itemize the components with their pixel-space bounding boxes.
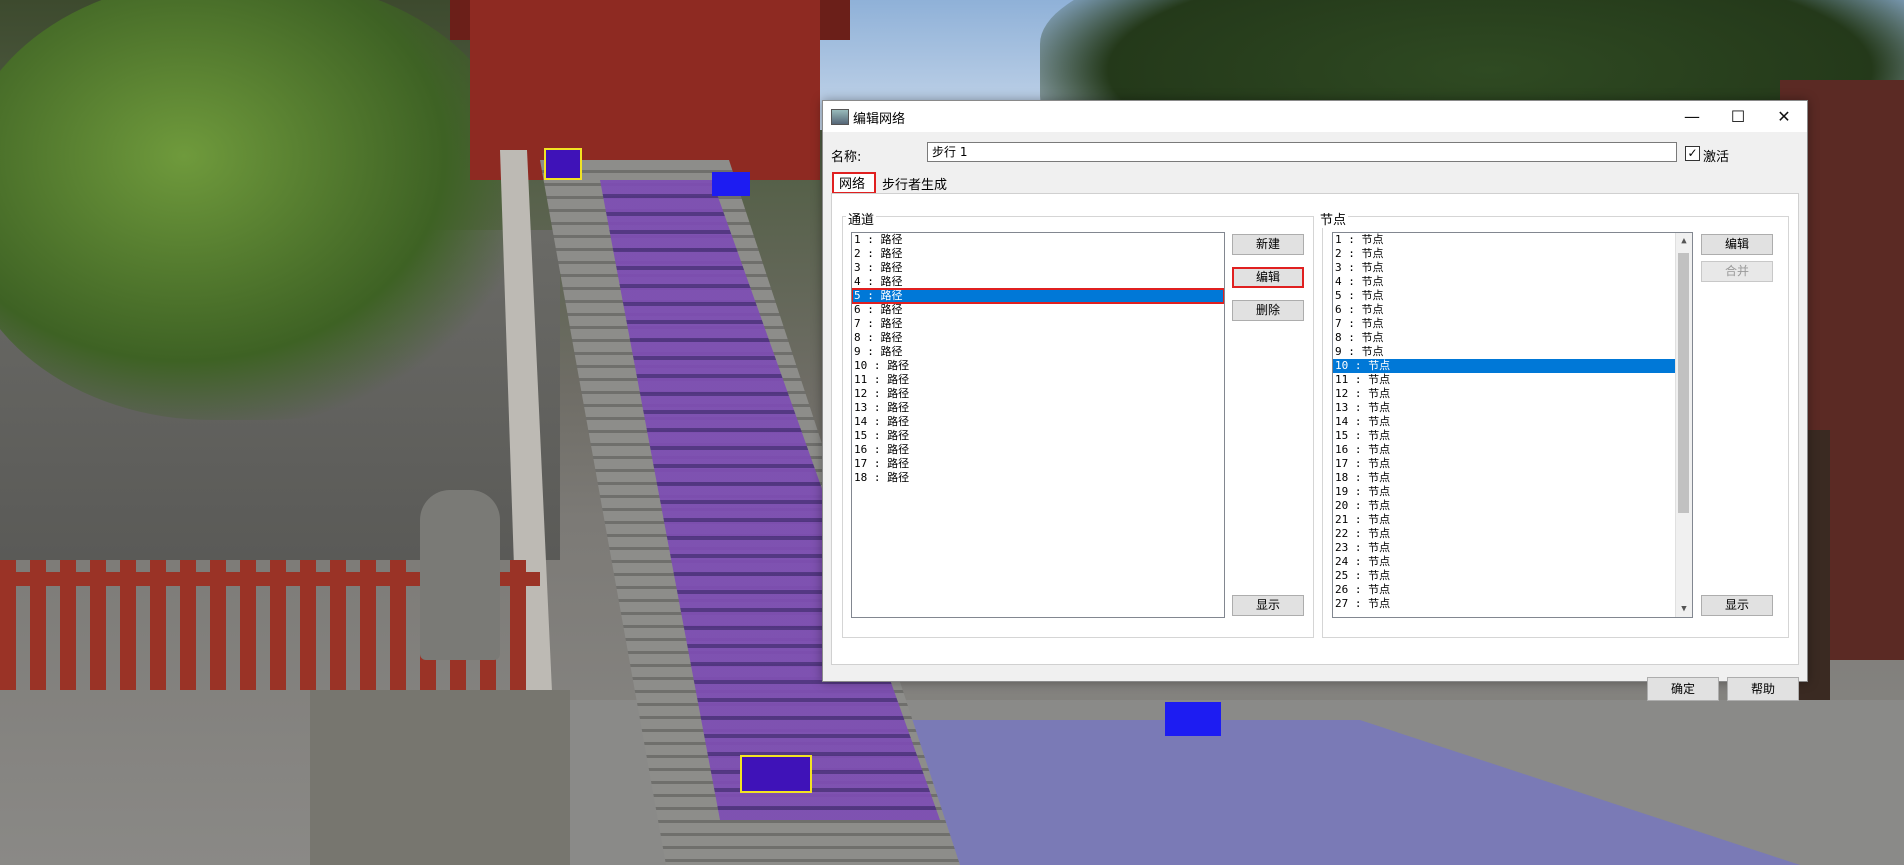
edit-node-button[interactable]: 编辑: [1701, 234, 1773, 255]
node-list-item[interactable]: 9 : 节点: [1333, 345, 1675, 359]
node-list-item[interactable]: 22 : 节点: [1333, 527, 1675, 541]
activate-label: 激活: [1703, 150, 1730, 165]
channel-list-item[interactable]: 7 : 路径: [852, 317, 1224, 331]
node-list-item[interactable]: 17 : 节点: [1333, 457, 1675, 471]
nodes-list[interactable]: 1 : 节点 2 : 节点 3 : 节点 4 : 节点 5 : 节点 6 : 节点 7 : …: [1332, 232, 1693, 618]
node-list-item[interactable]: 6 : 节点: [1333, 303, 1675, 317]
nodes-list-items: 1 : 节点 2 : 节点 3 : 节点 4 : 节点 5 : 节点 6 : 节点 7 : …: [1333, 233, 1692, 611]
channels-group-label: 通道: [846, 209, 877, 228]
node-marker-bottom[interactable]: [740, 755, 812, 793]
stone-lion-statue: [420, 490, 500, 660]
node-list-item[interactable]: 23 : 节点: [1333, 541, 1675, 555]
name-field[interactable]: 步行 1: [927, 142, 1677, 162]
node-list-item[interactable]: 1 : 节点: [1333, 233, 1675, 247]
node-list-item[interactable]: 4 : 节点: [1333, 275, 1675, 289]
node-list-item[interactable]: 13 : 节点: [1333, 401, 1675, 415]
tree-left: [0, 0, 520, 420]
channels-list[interactable]: 1 : 路径 2 : 路径 3 : 路径 4 : 路径 5 : 路径 6 : 路径 7 : …: [851, 232, 1225, 618]
nodes-scrollbar[interactable]: ▲ ▼: [1675, 233, 1692, 617]
show-channel-button[interactable]: 显示: [1232, 595, 1304, 616]
node-list-item[interactable]: 16 : 节点: [1333, 443, 1675, 457]
node-list-item[interactable]: 15 : 节点: [1333, 429, 1675, 443]
channel-list-item[interactable]: 6 : 路径: [852, 303, 1224, 317]
app-icon: [831, 109, 849, 125]
node-list-item[interactable]: 3 : 节点: [1333, 261, 1675, 275]
channel-list-item[interactable]: 4 : 路径: [852, 275, 1224, 289]
node-list-item[interactable]: 26 : 节点: [1333, 583, 1675, 597]
channel-list-item[interactable]: 14 : 路径: [852, 415, 1224, 429]
channel-list-item[interactable]: 13 : 路径: [852, 401, 1224, 415]
node-list-item[interactable]: 7 : 节点: [1333, 317, 1675, 331]
minimize-icon[interactable]: —: [1669, 101, 1715, 132]
channel-list-item[interactable]: 10 : 路径: [852, 359, 1224, 373]
edit-channel-button[interactable]: 编辑: [1232, 267, 1304, 288]
channel-list-item[interactable]: 17 : 路径: [852, 457, 1224, 471]
node-list-item[interactable]: 8 : 节点: [1333, 331, 1675, 345]
help-button[interactable]: 帮助: [1727, 677, 1799, 701]
node-marker-blue-bottom[interactable]: [1165, 702, 1221, 736]
tab-network[interactable]: 网络: [832, 172, 876, 194]
name-label: 名称:: [831, 150, 862, 165]
channel-list-item[interactable]: 8 : 路径: [852, 331, 1224, 345]
node-list-item[interactable]: 24 : 节点: [1333, 555, 1675, 569]
channel-list-item[interactable]: 9 : 路径: [852, 345, 1224, 359]
edit-network-dialog: 编辑网络 — ☐ ✕ 名称: 步行 1 ✓ 激活 网络 步行者生成 通道 1 :…: [822, 100, 1808, 701]
node-list-item[interactable]: 12 : 节点: [1333, 387, 1675, 401]
node-list-item[interactable]: 25 : 节点: [1333, 569, 1675, 583]
channel-list-item[interactable]: 18 : 路径: [852, 471, 1224, 485]
merge-node-button: 合并: [1701, 261, 1773, 282]
channel-list-item[interactable]: 16 : 路径: [852, 443, 1224, 457]
title-bar[interactable]: 编辑网络 — ☐ ✕: [823, 101, 1807, 132]
stone-pedestal: [310, 690, 570, 865]
channel-list-item[interactable]: 15 : 路径: [852, 429, 1224, 443]
window-title: 编辑网络: [853, 112, 906, 127]
node-marker-blue-top[interactable]: [712, 172, 750, 196]
node-list-item[interactable]: 5 : 节点: [1333, 289, 1675, 303]
node-list-item[interactable]: 21 : 节点: [1333, 513, 1675, 527]
dialog-content: 名称: 步行 1 ✓ 激活 网络 步行者生成 通道 1 : 路径 2 : 路径 3 …: [823, 132, 1807, 701]
channel-list-item[interactable]: 12 : 路径: [852, 387, 1224, 401]
node-list-item[interactable]: 27 : 节点: [1333, 597, 1675, 611]
ok-button[interactable]: 确定: [1647, 677, 1719, 701]
delete-channel-button[interactable]: 删除: [1232, 300, 1304, 321]
channel-list-item[interactable]: 11 : 路径: [852, 373, 1224, 387]
node-list-item[interactable]: 19 : 节点: [1333, 485, 1675, 499]
scroll-up-icon[interactable]: ▲: [1676, 233, 1692, 249]
channel-list-item[interactable]: 2 : 路径: [852, 247, 1224, 261]
show-node-button[interactable]: 显示: [1701, 595, 1773, 616]
node-list-item[interactable]: 2 : 节点: [1333, 247, 1675, 261]
scroll-down-icon[interactable]: ▼: [1676, 601, 1692, 617]
channel-list-item[interactable]: 1 : 路径: [852, 233, 1224, 247]
node-list-item[interactable]: 20 : 节点: [1333, 499, 1675, 513]
node-list-item[interactable]: 10 : 节点: [1333, 359, 1675, 373]
node-marker-top[interactable]: [544, 148, 582, 180]
new-channel-button[interactable]: 新建: [1232, 234, 1304, 255]
nodes-group-label: 节点: [1318, 209, 1349, 228]
activate-checkbox[interactable]: ✓: [1685, 146, 1700, 161]
network-tab-panel: 通道 1 : 路径 2 : 路径 3 : 路径 4 : 路径 5 : 路径 6 : 路径 7…: [831, 193, 1799, 665]
node-list-item[interactable]: 14 : 节点: [1333, 415, 1675, 429]
node-list-item[interactable]: 11 : 节点: [1333, 373, 1675, 387]
close-icon[interactable]: ✕: [1761, 101, 1807, 132]
channel-list-item[interactable]: 5 : 路径: [852, 288, 1224, 304]
maximize-icon[interactable]: ☐: [1715, 101, 1761, 132]
scroll-thumb[interactable]: [1678, 253, 1689, 513]
channel-list-item[interactable]: 3 : 路径: [852, 261, 1224, 275]
node-list-item[interactable]: 18 : 节点: [1333, 471, 1675, 485]
